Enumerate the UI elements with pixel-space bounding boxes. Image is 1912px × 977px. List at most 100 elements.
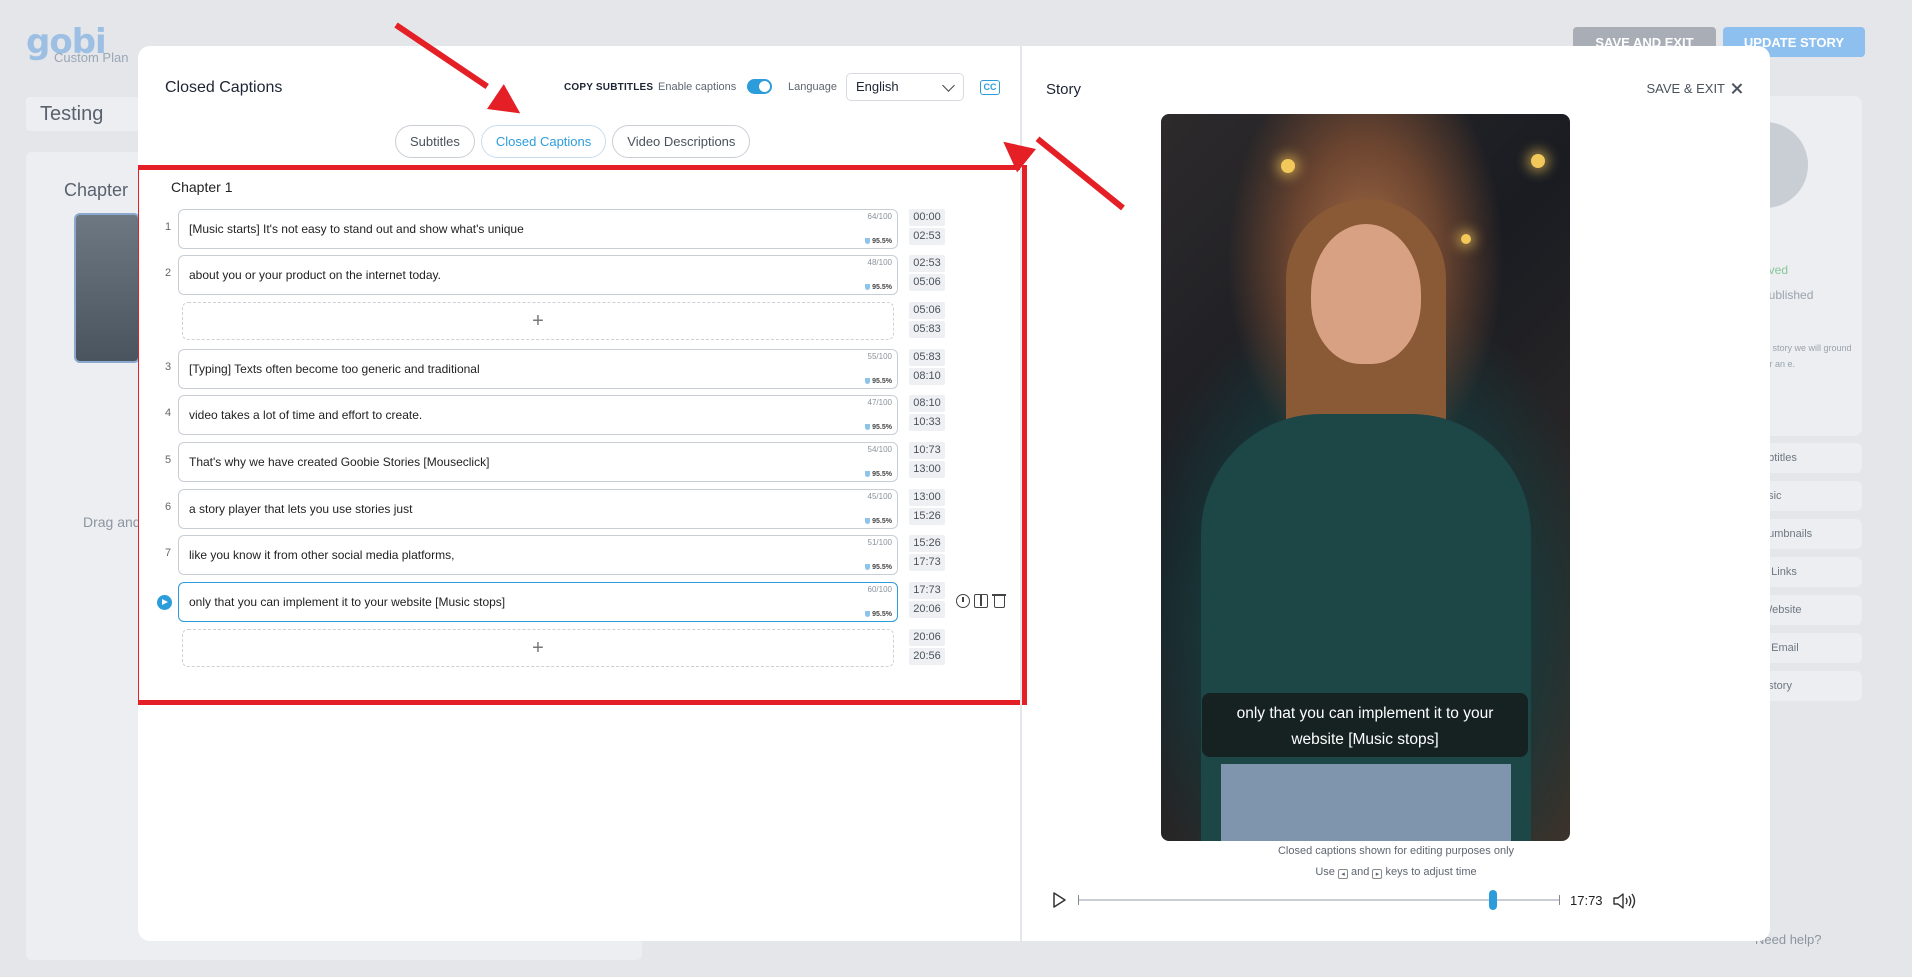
score-value: 95.5%	[872, 564, 892, 571]
start-time[interactable]: 10:73	[909, 442, 945, 459]
play-caption-icon[interactable]	[157, 595, 172, 610]
keys-hint-use: Use	[1315, 866, 1335, 878]
start-time[interactable]: 02:53	[909, 255, 945, 272]
accuracy-score: 95.5%	[865, 238, 892, 245]
split-icon[interactable]	[974, 594, 988, 608]
time-range: 17:73 20:06	[909, 582, 945, 620]
shield-icon	[865, 378, 871, 384]
row-number: 1	[164, 221, 172, 233]
chapter-thumbnail	[74, 213, 140, 363]
char-count: 60/100	[867, 585, 892, 594]
caption-input[interactable]: about you or your product on the interne…	[178, 255, 898, 295]
accuracy-score: 95.5%	[865, 564, 892, 571]
accuracy-score: 95.5%	[865, 284, 892, 291]
tab-closed-captions[interactable]: Closed Captions	[480, 125, 607, 158]
cc-icon[interactable]: CC	[980, 80, 1000, 95]
keys-hint-and: and	[1351, 866, 1370, 878]
time-range: 05:83 08:10	[909, 349, 945, 387]
start-time[interactable]: 20:06	[909, 629, 945, 646]
background-light	[1531, 154, 1545, 168]
caption-tabs: Subtitles Closed Captions Video Descript…	[395, 125, 751, 158]
end-time[interactable]: 13:00	[909, 461, 945, 478]
end-time[interactable]: 08:10	[909, 368, 945, 385]
caption-input[interactable]: [Typing] Texts often become too generic …	[178, 349, 898, 389]
end-time[interactable]: 20:06	[909, 601, 945, 618]
tab-subtitles[interactable]: Subtitles	[395, 125, 475, 158]
caption-input[interactable]: [Music starts] It's not easy to stand ou…	[178, 209, 898, 249]
score-value: 95.5%	[872, 284, 892, 291]
caption-input[interactable]: only that you can implement it to your w…	[178, 582, 898, 622]
background-light	[1281, 159, 1295, 173]
start-time[interactable]: 15:26	[909, 535, 945, 552]
timeline-handle[interactable]	[1488, 890, 1497, 910]
accuracy-score: 95.5%	[865, 424, 892, 431]
row-number: 2	[164, 267, 172, 279]
score-value: 95.5%	[872, 518, 892, 525]
row-number: 3	[164, 361, 172, 373]
preview-note: Closed captions shown for editing purpos…	[1277, 845, 1515, 857]
caption-text: like you know it from other social media…	[189, 548, 455, 562]
caption-input[interactable]: like you know it from other social media…	[178, 535, 898, 575]
caption-input[interactable]: a story player that lets you use stories…	[178, 489, 898, 529]
row-number: 5	[164, 454, 172, 466]
trash-icon[interactable]	[992, 594, 1006, 608]
caption-overlay: only that you can implement it to your w…	[1202, 693, 1528, 757]
row-number: 7	[164, 547, 172, 559]
start-time[interactable]: 00:00	[909, 209, 945, 226]
score-value: 95.5%	[872, 238, 892, 245]
keys-hint-rest: keys to adjust time	[1385, 866, 1477, 878]
end-time[interactable]: 05:06	[909, 274, 945, 291]
caption-input[interactable]: That's why we have created Goobie Storie…	[178, 442, 898, 482]
end-time[interactable]: 15:26	[909, 508, 945, 525]
caption-text: video takes a lot of time and effort to …	[189, 408, 423, 422]
timeline-scrubber[interactable]	[1078, 895, 1560, 905]
caption-row: 3 [Typing] Texts often become too generi…	[138, 349, 1020, 389]
volume-icon[interactable]	[1612, 892, 1638, 910]
score-value: 95.5%	[872, 424, 892, 431]
caption-gap-row: + 20:06 20:56	[138, 629, 1020, 669]
start-time[interactable]: 17:73	[909, 582, 945, 599]
plan-label: Custom Plan	[54, 50, 129, 65]
tab-video-descriptions[interactable]: Video Descriptions	[612, 125, 751, 158]
time-range: 10:73 13:00	[909, 442, 945, 480]
enable-captions-toggle[interactable]	[747, 79, 772, 94]
add-caption-button[interactable]: +	[182, 629, 894, 667]
caption-row: 7 like you know it from other social med…	[138, 535, 1020, 575]
start-time[interactable]: 05:06	[909, 302, 945, 319]
accuracy-score: 95.5%	[865, 471, 892, 478]
drag-hint: Drag and	[83, 514, 141, 530]
char-count: 48/100	[867, 258, 892, 267]
video-preview[interactable]: only that you can implement it to your w…	[1161, 114, 1570, 841]
end-time[interactable]: 10:33	[909, 414, 945, 431]
close-icon	[1731, 83, 1742, 94]
caption-text: a story player that lets you use stories…	[189, 502, 413, 516]
time-range: 20:06 20:56	[909, 629, 945, 667]
row-actions	[956, 594, 1006, 608]
save-exit-button[interactable]: SAVE & EXIT	[1646, 81, 1742, 96]
copy-subtitles-button[interactable]: COPY SUBTITLES	[564, 82, 653, 93]
shield-icon	[865, 518, 871, 524]
captions-editor-pane: Closed Captions COPY SUBTITLES Enable ca…	[138, 46, 1027, 941]
char-count: 64/100	[867, 212, 892, 221]
language-value: English	[856, 79, 899, 94]
language-label: Language	[788, 81, 837, 93]
play-icon[interactable]	[1052, 892, 1066, 908]
char-count: 51/100	[867, 538, 892, 547]
time-range: 13:00 15:26	[909, 489, 945, 527]
add-caption-button[interactable]: +	[182, 302, 894, 340]
timer-icon[interactable]	[956, 594, 970, 608]
end-time[interactable]: 02:53	[909, 228, 945, 245]
start-time[interactable]: 05:83	[909, 349, 945, 366]
char-count: 45/100	[867, 492, 892, 501]
caption-input[interactable]: video takes a lot of time and effort to …	[178, 395, 898, 435]
end-time[interactable]: 05:83	[909, 321, 945, 338]
end-time[interactable]: 20:56	[909, 648, 945, 665]
language-select[interactable]: English	[846, 73, 964, 101]
end-time[interactable]: 17:73	[909, 554, 945, 571]
start-time[interactable]: 08:10	[909, 395, 945, 412]
keys-hint: Use ◂ and ▸ keys to adjust time	[1022, 866, 1770, 879]
current-time: 17:73	[1570, 893, 1603, 908]
start-time[interactable]: 13:00	[909, 489, 945, 506]
caption-row: 5 That's why we have created Goobie Stor…	[138, 442, 1020, 482]
time-range: 08:10 10:33	[909, 395, 945, 433]
